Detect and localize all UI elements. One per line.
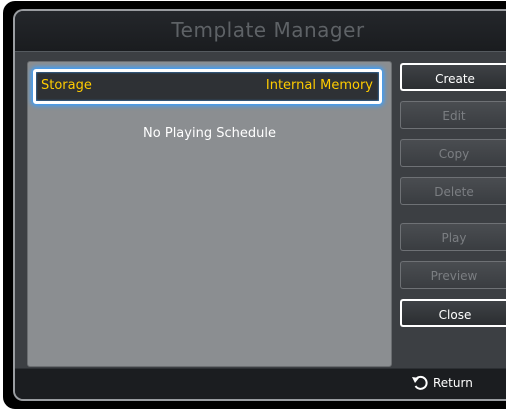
close-button[interactable]: Close [400,299,506,327]
storage-selector[interactable]: Storage Internal Memory [33,69,382,104]
preview-button[interactable]: Preview [400,261,506,289]
edit-button[interactable]: Edit [400,101,506,129]
storage-value: Internal Memory [265,78,373,93]
storage-label: Storage [41,78,92,93]
copy-button[interactable]: Copy [400,139,506,167]
play-button[interactable]: Play [400,223,506,251]
return-button[interactable]: Return [411,375,473,391]
title-bar: Template Manager [15,11,506,52]
template-manager-window: Template Manager Storage Internal Memory… [3,1,506,409]
window-title: Template Manager [171,18,365,42]
return-label: Return [433,376,473,390]
schedule-list-panel: Storage Internal Memory No Playing Sched… [27,61,392,367]
create-button[interactable]: Create [400,63,506,91]
return-arrow-icon [412,375,428,390]
delete-button[interactable]: Delete [400,177,506,205]
empty-schedule-message: No Playing Schedule [143,126,276,141]
window-frame: Template Manager Storage Internal Memory… [13,9,506,401]
footer-bar: Return [15,368,506,399]
